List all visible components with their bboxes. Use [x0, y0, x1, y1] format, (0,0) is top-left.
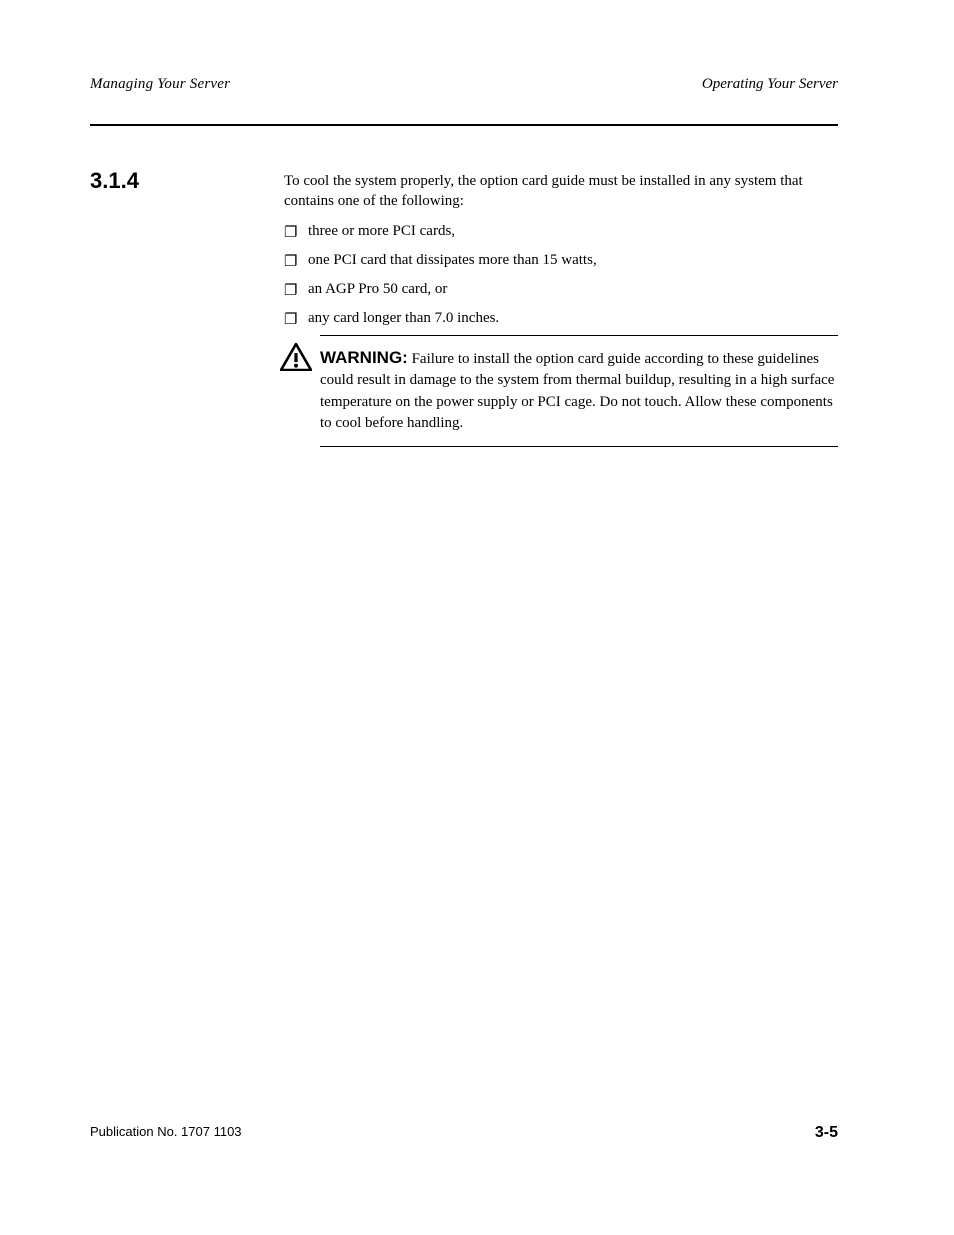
header-rule — [90, 124, 838, 126]
page-footer: Publication No. 1707 1103 3-5 — [90, 1124, 838, 1142]
intro-paragraph: To cool the system properly, the option … — [284, 171, 838, 212]
footer-left: Publication No. 1707 1103 — [90, 1124, 242, 1142]
warning-heading: WARNING: — [320, 348, 408, 367]
callout-rule-bottom — [320, 446, 838, 447]
bullet-icon: ❐ — [284, 284, 308, 299]
header-left: Managing Your Server — [90, 76, 230, 93]
callout-rule-top — [320, 335, 838, 336]
bullet-icon: ❐ — [284, 226, 308, 241]
header-right: Operating Your Server — [702, 76, 838, 93]
bullet-text: one PCI card that dissipates more than 1… — [308, 246, 838, 275]
bullet-text: an AGP Pro 50 card, or — [308, 275, 838, 304]
page-header: Managing Your Server Operating Your Serv… — [90, 76, 838, 93]
warning-icon — [280, 343, 312, 371]
list-item: ❐ any card longer than 7.0 inches. — [284, 304, 838, 333]
page-number: 3-5 — [815, 1124, 838, 1142]
list-item: ❐ one PCI card that dissipates more than… — [284, 246, 838, 275]
warning-callout: WARNING: Failure to install the option c… — [284, 335, 838, 447]
bullet-icon: ❐ — [284, 255, 308, 270]
bullet-text: three or more PCI cards, — [308, 217, 838, 246]
bullet-list: ❐ three or more PCI cards, ❐ one PCI car… — [284, 217, 838, 333]
section-number: 3.1.4 — [90, 168, 139, 194]
bullet-text: any card longer than 7.0 inches. — [308, 304, 838, 333]
list-item: ❐ three or more PCI cards, — [284, 217, 838, 246]
bullet-icon: ❐ — [284, 313, 308, 328]
list-item: ❐ an AGP Pro 50 card, or — [284, 275, 838, 304]
